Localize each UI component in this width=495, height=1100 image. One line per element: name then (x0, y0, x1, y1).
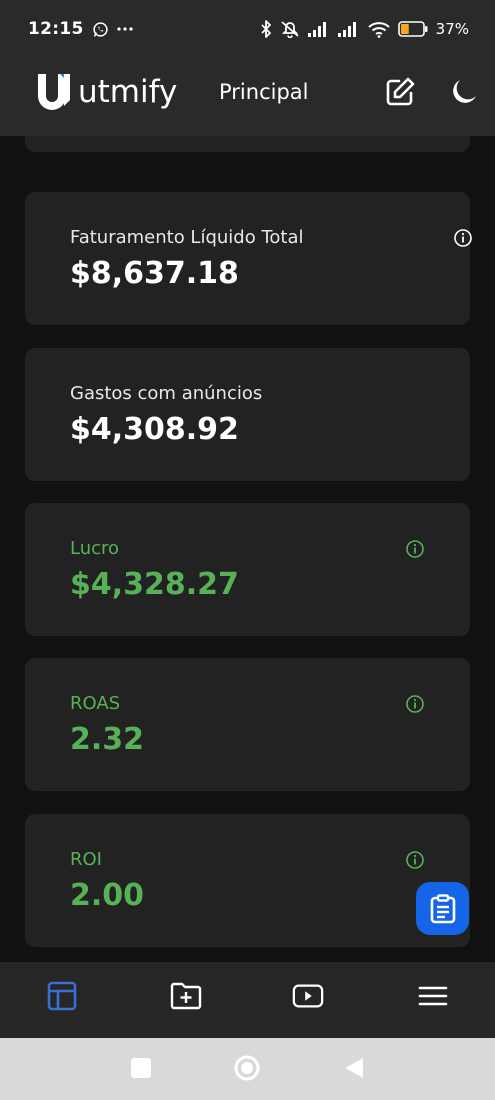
metric-value: 2.00 (70, 878, 145, 913)
status-bar: 12:15 37% (0, 0, 495, 58)
status-time: 12:15 (28, 19, 84, 39)
metric-card-partial (25, 136, 470, 152)
edit-icon (386, 77, 415, 106)
app-header: utmify Principal (0, 58, 495, 136)
recent-apps-icon (131, 1058, 151, 1078)
info-icon[interactable] (405, 694, 425, 714)
back-button[interactable] (344, 1057, 364, 1079)
moon-icon (453, 80, 476, 103)
recent-apps-button[interactable] (130, 1057, 152, 1079)
nav-item-dashboard[interactable] (46, 980, 78, 1012)
metric-label: ROAS (70, 693, 121, 714)
metric-value: $8,637.18 (70, 256, 239, 291)
metric-value: $4,328.27 (70, 567, 239, 602)
battery-percent: 37% (435, 20, 469, 38)
signal-icon (307, 21, 330, 37)
home-button[interactable] (234, 1055, 260, 1081)
metric-label: Gastos com anúncios (70, 383, 263, 404)
page-title: Principal (219, 80, 309, 104)
brand-logo[interactable]: utmify (36, 72, 177, 112)
metric-card-lucro[interactable]: Lucro $4,328.27 (25, 503, 470, 636)
metric-card-faturamento[interactable]: Faturamento Líquido Total $8,637.18 (25, 192, 473, 325)
metric-card-roas[interactable]: ROAS 2.32 (25, 658, 470, 791)
metric-value: 2.32 (70, 722, 145, 757)
brand-name: utmify (78, 74, 178, 110)
clipboard-fab-button[interactable] (416, 882, 469, 935)
video-icon (292, 984, 324, 1008)
metric-label: Faturamento Líquido Total (70, 227, 304, 248)
nav-item-video[interactable] (292, 980, 324, 1012)
battery-icon (397, 21, 428, 37)
dashboard-icon (47, 981, 77, 1011)
info-icon[interactable] (405, 850, 425, 870)
more-icon (117, 26, 133, 32)
wifi-icon (367, 21, 390, 38)
info-icon[interactable] (453, 228, 473, 248)
menu-icon (418, 986, 448, 1006)
whatsapp-icon (92, 21, 109, 38)
bottom-nav (0, 962, 495, 1038)
mute-icon (280, 20, 300, 38)
metric-card-gastos[interactable]: Gastos com anúncios $4,308.92 (25, 348, 470, 481)
utmify-logo-icon (38, 74, 70, 110)
clipboard-icon (430, 893, 455, 923)
nav-item-add-folder[interactable] (170, 980, 202, 1012)
status-left: 12:15 (28, 19, 133, 39)
edit-button[interactable] (383, 75, 417, 109)
android-system-nav (0, 1038, 495, 1100)
metric-label: Lucro (70, 538, 120, 559)
nav-item-menu[interactable] (417, 980, 449, 1012)
metric-label: ROI (70, 849, 102, 870)
add-folder-icon (170, 982, 202, 1010)
dashboard-content[interactable]: Faturamento Líquido Total $8,637.18 Gast… (0, 136, 495, 962)
theme-toggle-button[interactable] (447, 77, 479, 109)
back-icon (345, 1058, 363, 1078)
bluetooth-icon (260, 20, 272, 38)
info-icon[interactable] (405, 539, 425, 559)
signal-icon (337, 21, 360, 37)
status-right: 37% (260, 20, 469, 38)
metric-card-roi[interactable]: ROI 2.00 (25, 814, 470, 947)
metric-value: $4,308.92 (70, 412, 239, 447)
home-icon (234, 1055, 260, 1081)
